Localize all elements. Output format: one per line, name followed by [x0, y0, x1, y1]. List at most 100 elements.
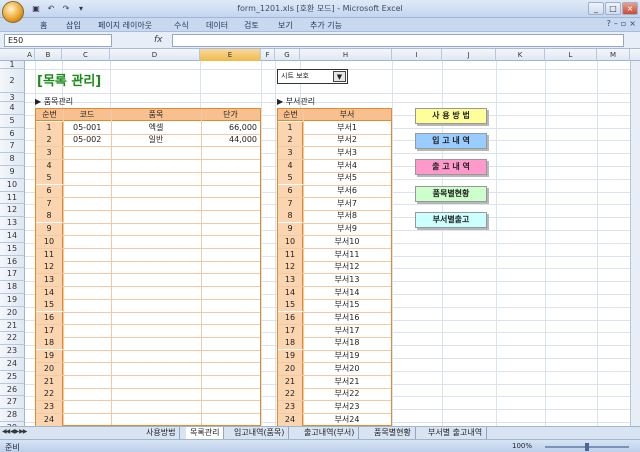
row-header-12[interactable]: 12 [0, 204, 25, 218]
table-cell-seq[interactable]: 19 [278, 350, 303, 363]
table-cell-dept[interactable]: 부서23 [303, 401, 391, 413]
table-cell-item[interactable] [111, 325, 201, 337]
table-cell-seq[interactable]: 20 [36, 362, 63, 375]
table-cell-seq[interactable]: 22 [278, 388, 303, 401]
workbook-minimize-icon[interactable]: – [614, 19, 618, 28]
table-cell-dept[interactable]: 부서18 [303, 337, 391, 349]
table-cell-seq[interactable]: 10 [278, 235, 303, 248]
table-cell-price[interactable] [201, 172, 260, 184]
tab-add-ins[interactable]: 추가 기능 [310, 20, 342, 31]
table-cell-seq[interactable]: 16 [36, 312, 63, 324]
table-cell-item[interactable] [111, 185, 201, 197]
row-header-21[interactable]: 21 [0, 319, 25, 333]
table-cell-seq[interactable]: 16 [278, 312, 303, 324]
table-cell-code[interactable] [63, 223, 111, 235]
vertical-scrollbar[interactable] [630, 61, 640, 426]
sheet-protect-dropdown[interactable]: 시트 보호 ▼ [277, 69, 348, 84]
table-cell-price[interactable] [201, 312, 260, 324]
workbook-close-icon[interactable]: × [629, 19, 636, 28]
row-header-11[interactable]: 11 [0, 191, 25, 205]
table-cell-code[interactable] [63, 236, 111, 248]
table-cell-item[interactable] [111, 172, 201, 184]
row-header-22[interactable]: 22 [0, 332, 25, 346]
table-cell-dept[interactable]: 부서2 [303, 134, 391, 146]
table-cell-price[interactable] [201, 147, 260, 159]
table-cell-dept[interactable]: 부서24 [303, 414, 391, 426]
table-cell-seq[interactable]: 21 [278, 375, 303, 388]
table-cell-seq[interactable]: 3 [36, 146, 63, 159]
table-cell-item[interactable]: 일반 [111, 134, 201, 146]
table-cell-dept[interactable]: 부서11 [303, 249, 391, 261]
row-header-9[interactable]: 9 [0, 166, 25, 179]
table-cell-item[interactable] [111, 223, 201, 235]
column-header-J[interactable]: J [442, 49, 496, 61]
sheet-tab-usage[interactable]: 사용방법 [142, 427, 181, 439]
table-cell-item[interactable] [111, 160, 201, 172]
table-cell-item[interactable] [111, 287, 201, 299]
tab-review[interactable]: 검토 [244, 20, 259, 31]
table-cell-price[interactable] [201, 287, 260, 299]
table-cell-code[interactable] [63, 198, 111, 210]
table-cell-seq[interactable]: 14 [36, 286, 63, 299]
table-cell-item[interactable] [111, 376, 201, 388]
workbook-restore-icon[interactable]: ▫ [621, 19, 626, 28]
table-cell-seq[interactable]: 4 [278, 159, 303, 172]
table-cell-code[interactable]: 05-001 [63, 122, 111, 134]
table-cell-code[interactable] [63, 287, 111, 299]
row-header-17[interactable]: 17 [0, 268, 25, 282]
table-cell-code[interactable] [63, 325, 111, 337]
table-cell-item[interactable] [111, 337, 201, 349]
table-cell-code[interactable] [63, 172, 111, 184]
table-cell-dept[interactable]: 부서4 [303, 160, 391, 172]
table-cell-price[interactable] [201, 350, 260, 362]
table-cell-code[interactable] [63, 299, 111, 311]
table-cell-seq[interactable]: 13 [278, 273, 303, 286]
table-cell-price[interactable] [201, 401, 260, 413]
table-cell-dept[interactable]: 부서7 [303, 198, 391, 210]
column-header-B[interactable]: B [35, 49, 62, 61]
column-header-L[interactable]: L [545, 49, 597, 61]
table-cell-seq[interactable]: 12 [36, 261, 63, 274]
table-cell-seq[interactable]: 24 [36, 413, 63, 426]
tab-insert[interactable]: 삽입 [66, 20, 81, 31]
table-cell-seq[interactable]: 21 [36, 375, 63, 388]
table-cell-item[interactable]: 엑셀 [111, 122, 201, 134]
table-cell-seq[interactable]: 15 [36, 299, 63, 312]
row-header-14[interactable]: 14 [0, 230, 25, 243]
row-header-16[interactable]: 16 [0, 255, 25, 269]
sheet-nav-arrows-icon[interactable]: ◀◀ ◀ ▶ ▶▶ [2, 428, 27, 435]
column-header-D[interactable]: D [110, 49, 200, 61]
table-cell-price[interactable] [201, 198, 260, 210]
table-cell-seq[interactable]: 18 [278, 337, 303, 350]
zoom-slider[interactable] [545, 443, 629, 451]
table-cell-seq[interactable]: 17 [278, 324, 303, 337]
table-cell-price[interactable] [201, 261, 260, 273]
table-cell-price[interactable]: 66,000 [201, 122, 260, 134]
table-cell-code[interactable] [63, 160, 111, 172]
table-cell-seq[interactable]: 14 [278, 286, 303, 299]
chevron-down-icon[interactable]: ▼ [333, 71, 346, 82]
dept-shipping-button[interactable]: 부서별출고 [415, 212, 487, 228]
table-cell-seq[interactable]: 17 [36, 324, 63, 337]
table-cell-item[interactable] [111, 312, 201, 324]
insert-function-icon[interactable]: fx [154, 35, 163, 45]
table-cell-seq[interactable]: 20 [278, 362, 303, 375]
column-header-M[interactable]: M [597, 49, 630, 61]
row-header-25[interactable]: 25 [0, 370, 25, 384]
table-cell-seq[interactable]: 7 [36, 197, 63, 210]
table-cell-price[interactable] [201, 274, 260, 286]
table-cell-code[interactable]: 05-002 [63, 134, 111, 146]
table-cell-seq[interactable]: 8 [36, 210, 63, 223]
table-cell-dept[interactable]: 부서13 [303, 274, 391, 286]
row-header-4[interactable]: 4 [0, 102, 25, 115]
table-cell-seq[interactable]: 12 [278, 261, 303, 274]
table-cell-dept[interactable]: 부서5 [303, 172, 391, 184]
tab-formulas[interactable]: 수식 [174, 20, 189, 31]
table-cell-seq[interactable]: 13 [36, 273, 63, 286]
row-header-20[interactable]: 20 [0, 306, 25, 320]
row-header-26[interactable]: 26 [0, 383, 25, 397]
row-header-6[interactable]: 6 [0, 127, 25, 141]
tab-home[interactable]: 홈 [40, 20, 47, 31]
table-cell-dept[interactable]: 부서21 [303, 376, 391, 388]
row-header-18[interactable]: 18 [0, 281, 25, 294]
